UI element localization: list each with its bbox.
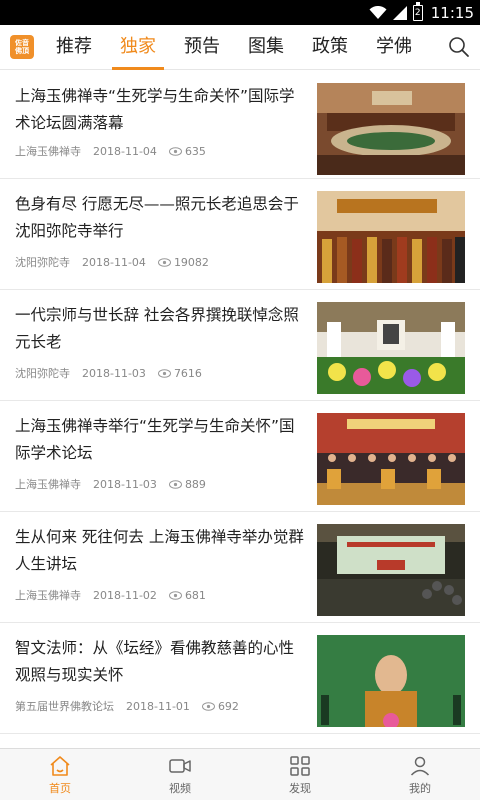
monks-photo [317,191,465,283]
search-icon[interactable] [448,36,470,58]
news-source: 上海玉佛禅寺 [15,145,81,158]
nav-mine[interactable]: 我的 [360,749,480,800]
tab-study-buddhism[interactable]: 学佛 [362,25,426,70]
eye-icon [201,701,215,711]
news-source: 上海玉佛禅寺 [15,589,81,602]
news-thumbnail[interactable] [317,524,465,616]
news-title: 上海玉佛禅寺“生死学与生命关怀”国际学术论坛圆满落幕 [15,87,295,132]
news-source: 沈阳弥陀寺 [15,367,70,380]
tab-policy[interactable]: 政策 [298,25,362,70]
news-text: 色身有尽 行愿无尽——照元长老追思会于沈阳弥陀寺举行 沈阳弥陀寺 2018-11… [15,191,317,278]
news-title: 上海玉佛禅寺举行“生死学与生命关怀”国际学术论坛 [15,417,295,462]
news-views: 889 [168,477,206,491]
news-title: 一代宗师与世长辞 社会各界撰挽联悼念照元长老 [15,306,299,351]
status-bar: 2 11:15 [0,0,480,25]
news-thumbnail[interactable] [317,302,465,394]
status-time: 11:15 [430,3,474,22]
news-thumbnail[interactable] [317,83,465,175]
news-views: 19082 [157,255,209,269]
tab-gallery[interactable]: 图集 [234,25,298,70]
tab-preview[interactable]: 预告 [170,25,234,70]
home-icon [50,755,70,776]
logo-text-1: 佐音 [15,39,29,47]
logo-text-2: 佛頂 [15,47,29,55]
news-feed[interactable]: 上海玉佛禅寺“生死学与生命关怀”国际学术论坛圆满落幕 上海玉佛禅寺 2018-1… [0,71,480,748]
news-views: 692 [201,699,239,713]
battery-level: 2 [414,7,421,18]
speaker-photo [317,635,465,727]
news-meta: 上海玉佛禅寺 2018-11-02 681 [15,587,307,603]
eye-icon [168,590,182,600]
user-icon [410,756,430,776]
group-photo [317,413,465,505]
news-meta: 上海玉佛禅寺 2018-11-03 889 [15,476,307,492]
memorial-photo [317,302,465,394]
video-icon [169,758,191,773]
eye-icon [168,479,182,489]
category-tabs: 推荐 独家 预告 图集 政策 学佛 [42,25,426,70]
nav-home[interactable]: 首页 [0,749,120,800]
news-meta: 上海玉佛禅寺 2018-11-04 635 [15,143,307,159]
news-views: 635 [168,144,206,158]
news-source: 第五届世界佛教论坛 [15,700,114,713]
news-text: 一代宗师与世长辞 社会各界撰挽联悼念照元长老 沈阳弥陀寺 2018-11-03 … [15,302,317,389]
news-meta: 第五届世界佛教论坛 2018-11-01 692 [15,698,307,714]
news-text: 生从何来 死往何去 上海玉佛禅寺举办觉群人生讲坛 上海玉佛禅寺 2018-11-… [15,524,317,611]
tab-exclusive[interactable]: 独家 [106,25,170,70]
news-meta: 沈阳弥陀寺 2018-11-04 19082 [15,254,307,270]
news-date: 2018-11-04 [82,255,146,269]
nav-video-label: 视频 [169,781,191,795]
news-source: 沈阳弥陀寺 [15,256,70,269]
tab-recommend[interactable]: 推荐 [42,25,106,70]
news-item[interactable]: 上海玉佛禅寺举行“生死学与生命关怀”国际学术论坛 上海玉佛禅寺 2018-11-… [0,401,480,512]
wifi-icon [369,5,387,19]
battery-icon: 2 [412,1,423,21]
bottom-nav: 首页 视频 发现 我的 [0,748,480,800]
news-source: 上海玉佛禅寺 [15,478,81,491]
news-text: 智文法师：从《坛经》看佛教慈善的心性观照与现实关怀 第五届世界佛教论坛 2018… [15,635,317,722]
news-date: 2018-11-03 [93,477,157,491]
news-title: 生从何来 死往何去 上海玉佛禅寺举办觉群人生讲坛 [15,528,304,573]
status-icons: 2 [369,1,423,21]
news-views: 7616 [157,366,202,380]
top-nav: 佐音 佛頂 推荐 独家 预告 图集 政策 学佛 [0,25,480,70]
view-count: 889 [184,477,206,491]
news-date: 2018-11-02 [93,588,157,602]
app-logo[interactable]: 佐音 佛頂 [10,35,34,59]
news-date: 2018-11-01 [126,699,190,713]
news-text: 上海玉佛禅寺举行“生死学与生命关怀”国际学术论坛 上海玉佛禅寺 2018-11-… [15,413,317,500]
view-count: 19082 [173,255,209,269]
news-date: 2018-11-03 [82,366,146,380]
news-title: 智文法师：从《坛经》看佛教慈善的心性观照与现实关怀 [15,639,295,684]
news-date: 2018-11-04 [93,144,157,158]
news-item[interactable]: 智文法师：从《坛经》看佛教慈善的心性观照与现实关怀 第五届世界佛教论坛 2018… [0,623,480,734]
view-count: 692 [217,699,239,713]
view-count: 635 [184,144,206,158]
news-item[interactable]: 上海玉佛禅寺“生死学与生命关怀”国际学术论坛圆满落幕 上海玉佛禅寺 2018-1… [0,71,480,179]
eye-icon [168,146,182,156]
nav-mine-label: 我的 [409,781,431,795]
news-text: 上海玉佛禅寺“生死学与生命关怀”国际学术论坛圆满落幕 上海玉佛禅寺 2018-1… [15,83,317,167]
view-count: 681 [184,588,206,602]
nav-home-label: 首页 [49,781,71,795]
news-thumbnail[interactable] [317,191,465,283]
view-count: 7616 [173,366,202,380]
news-item[interactable]: 色身有尽 行愿无尽——照元长老追思会于沈阳弥陀寺举行 沈阳弥陀寺 2018-11… [0,179,480,290]
news-thumbnail[interactable] [317,635,465,727]
nav-discover-label: 发现 [289,781,311,795]
eye-icon [157,368,171,378]
news-title: 色身有尽 行愿无尽——照元长老追思会于沈阳弥陀寺举行 [15,195,299,240]
lecture-photo [317,524,465,616]
news-views: 681 [168,588,206,602]
eye-icon [157,257,171,267]
grid-icon [290,755,310,776]
news-item[interactable]: 生从何来 死往何去 上海玉佛禅寺举办觉群人生讲坛 上海玉佛禅寺 2018-11-… [0,512,480,623]
news-thumbnail[interactable] [317,413,465,505]
signal-icon [392,5,407,20]
nav-video[interactable]: 视频 [120,749,240,800]
nav-discover[interactable]: 发现 [240,749,360,800]
news-item[interactable]: 一代宗师与世长辞 社会各界撰挽联悼念照元长老 沈阳弥陀寺 2018-11-03 … [0,290,480,401]
conference-photo [317,83,465,175]
news-meta: 沈阳弥陀寺 2018-11-03 7616 [15,365,307,381]
